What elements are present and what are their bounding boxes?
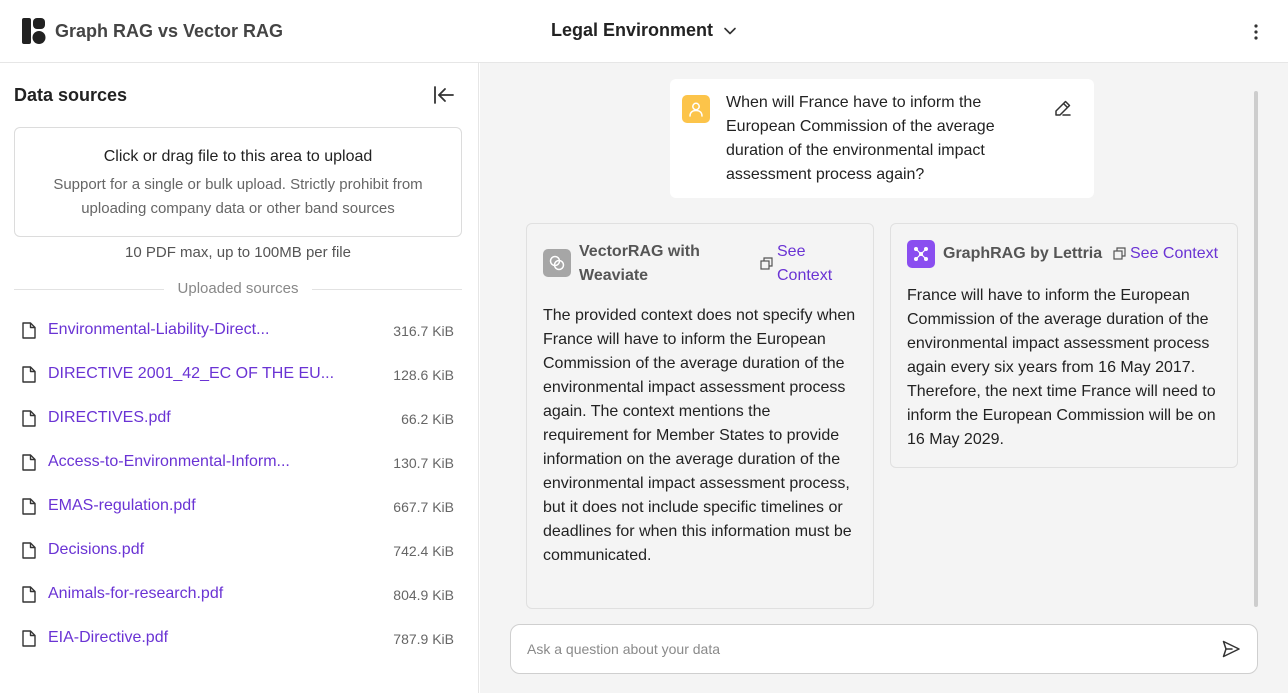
- send-icon: [1222, 640, 1240, 658]
- more-options-button[interactable]: [1244, 20, 1268, 44]
- chat-area: When will France have to inform the Euro…: [480, 63, 1288, 693]
- file-item[interactable]: EIA-Directive.pdf 787.9 KiB: [14, 617, 462, 661]
- user-avatar: [682, 95, 710, 123]
- upload-limit: 10 PDF max, up to 100MB per file: [125, 244, 351, 261]
- file-size: 130.7 KiB: [393, 455, 454, 471]
- user-icon: [689, 102, 703, 117]
- uploaded-sources-divider: Uploaded sources: [14, 279, 462, 299]
- vector-see-context-button[interactable]: See Context: [760, 240, 843, 288]
- file-item[interactable]: DIRECTIVE 2001_42_EC OF THE EU... 128.6 …: [14, 353, 462, 397]
- file-icon: [22, 586, 36, 603]
- file-list: Environmental-Liability-Direct... 316.7 …: [14, 309, 462, 661]
- app-title: Graph RAG vs Vector RAG: [55, 20, 284, 41]
- file-item[interactable]: Animals-for-research.pdf 804.9 KiB: [14, 573, 462, 617]
- edit-question-button[interactable]: [1054, 99, 1074, 119]
- file-name[interactable]: EIA-Directive.pdf: [48, 629, 168, 647]
- file-item[interactable]: EMAS-regulation.pdf 667.7 KiB: [14, 485, 462, 529]
- app-header: Graph RAG vs Vector RAG Legal Environmen…: [0, 0, 1288, 63]
- environment-name: Legal Environment: [551, 20, 714, 40]
- see-context-label: See Context: [777, 243, 833, 284]
- file-icon: [22, 454, 36, 471]
- edit-icon: [1055, 100, 1071, 116]
- file-size: 316.7 KiB: [393, 323, 454, 339]
- vector-answer-text: The provided context does not specify wh…: [543, 307, 856, 564]
- upload-subtitle: Support for a single or bulk upload. Str…: [53, 176, 423, 217]
- file-item[interactable]: DIRECTIVES.pdf 66.2 KiB: [14, 397, 462, 441]
- file-icon: [22, 542, 36, 559]
- file-size: 667.7 KiB: [393, 499, 454, 515]
- sidebar-title: Data sources: [14, 85, 128, 105]
- file-icon: [22, 366, 36, 383]
- file-name[interactable]: Animals-for-research.pdf: [48, 585, 223, 603]
- kebab-menu-icon: [1254, 24, 1258, 40]
- file-size: 742.4 KiB: [393, 543, 454, 559]
- file-size: 787.9 KiB: [393, 631, 454, 647]
- user-question: When will France have to inform the Euro…: [670, 79, 1094, 198]
- graph-rag-answer-card: GraphRAG by Lettria See Context France w…: [890, 223, 1238, 468]
- question-text: When will France have to inform the Euro…: [726, 94, 995, 183]
- weaviate-icon: [549, 255, 565, 271]
- file-name[interactable]: Access-to-Environmental-Inform...: [48, 453, 290, 471]
- file-icon: [22, 410, 36, 427]
- weaviate-logo: [543, 249, 571, 277]
- lettria-logo: [907, 240, 935, 268]
- brand: Graph RAG vs Vector RAG: [22, 18, 283, 44]
- file-icon: [22, 498, 36, 515]
- upload-title: Click or drag file to this area to uploa…: [103, 148, 373, 165]
- ask-question-input[interactable]: [527, 637, 1187, 661]
- file-name[interactable]: DIRECTIVES.pdf: [48, 409, 171, 427]
- environment-selector[interactable]: Legal Environment: [551, 20, 737, 41]
- collapse-sidebar-icon: [434, 86, 454, 104]
- graph-rag-name: GraphRAG by Lettria: [943, 245, 1103, 262]
- graph-see-context-button[interactable]: See Context: [1113, 242, 1218, 266]
- file-name[interactable]: Environmental-Liability-Direct...: [48, 321, 269, 339]
- vector-rag-name: VectorRAG with Weaviate: [579, 243, 700, 284]
- file-item[interactable]: Access-to-Environmental-Inform... 130.7 …: [14, 441, 462, 485]
- file-item[interactable]: Environmental-Liability-Direct... 316.7 …: [14, 309, 462, 353]
- chevron-down-icon: [724, 27, 736, 34]
- copy-icon: [1113, 247, 1126, 260]
- vector-rag-answer-card: VectorRAG with Weaviate See Context The …: [526, 223, 874, 609]
- send-button[interactable]: [1221, 639, 1243, 661]
- file-name[interactable]: Decisions.pdf: [48, 541, 144, 559]
- file-size: 804.9 KiB: [393, 587, 454, 603]
- collapse-sidebar-button[interactable]: [432, 83, 456, 107]
- graph-icon: [914, 247, 928, 261]
- file-icon: [22, 630, 36, 647]
- copy-icon: [760, 257, 773, 270]
- chat-scrollbar[interactable]: [1254, 91, 1258, 607]
- graph-answer-text: France will have to inform the European …: [907, 287, 1216, 448]
- file-icon: [22, 322, 36, 339]
- ask-question-bar: [510, 624, 1258, 674]
- file-name[interactable]: EMAS-regulation.pdf: [48, 497, 196, 515]
- data-sources-sidebar: Data sources Click or drag file to this …: [0, 63, 479, 693]
- upload-dropzone[interactable]: Click or drag file to this area to uploa…: [14, 127, 462, 237]
- file-name[interactable]: DIRECTIVE 2001_42_EC OF THE EU...: [48, 365, 334, 383]
- file-size: 66.2 KiB: [401, 411, 454, 427]
- file-size: 128.6 KiB: [393, 367, 454, 383]
- logo-icon: [22, 18, 46, 44]
- see-context-label: See Context: [1130, 245, 1219, 262]
- uploaded-sources-label: Uploaded sources: [163, 280, 313, 297]
- file-item[interactable]: Decisions.pdf 742.4 KiB: [14, 529, 462, 573]
